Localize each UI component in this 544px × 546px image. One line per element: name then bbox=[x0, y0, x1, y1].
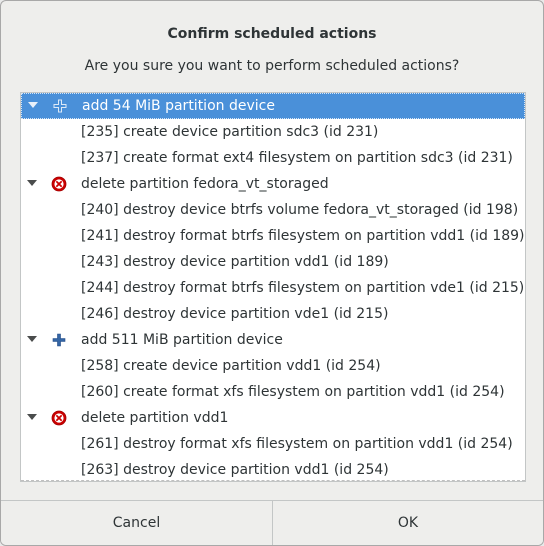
add-icon bbox=[53, 99, 67, 113]
add-icon bbox=[52, 333, 66, 347]
tree-group-row[interactable]: add 511 MiB partition device bbox=[21, 327, 525, 353]
tree-child-row[interactable]: [235] create device partition sdc3 (id 2… bbox=[21, 119, 525, 145]
tree-row-label: [237] create format ext4 filesystem on p… bbox=[81, 150, 513, 166]
tree-row-label: [244] destroy format btrfs filesystem on… bbox=[81, 280, 525, 296]
tree-row-label: [260] create format xfs filesystem on pa… bbox=[81, 384, 505, 400]
delete-icon bbox=[51, 410, 67, 426]
delete-icon bbox=[51, 176, 67, 192]
tree-child-row[interactable]: [241] destroy format btrfs filesystem on… bbox=[21, 223, 525, 249]
tree-child-row[interactable]: [243] destroy device partition vdd1 (id … bbox=[21, 249, 525, 275]
tree-row-label: add 511 MiB partition device bbox=[81, 332, 283, 348]
tree-child-row[interactable]: [260] create format xfs filesystem on pa… bbox=[21, 379, 525, 405]
expander-arrow-icon[interactable] bbox=[27, 180, 37, 186]
tree-row-label: [261] destroy format xfs filesystem on p… bbox=[81, 436, 513, 452]
tree-row-label: [241] destroy format btrfs filesystem on… bbox=[81, 228, 525, 244]
expander-arrow-icon[interactable] bbox=[28, 102, 38, 108]
tree-row-label: [240] destroy device btrfs volume fedora… bbox=[81, 202, 519, 218]
tree-row-label: delete partition fedora_vt_storaged bbox=[81, 176, 329, 192]
tree-row-label: [263] destroy device partition vdd1 (id … bbox=[81, 462, 389, 478]
tree-row-label: delete partition vdd1 bbox=[81, 410, 229, 426]
cancel-button[interactable]: Cancel bbox=[1, 501, 273, 545]
tree-row-label: [246] destroy device partition vde1 (id … bbox=[81, 306, 389, 322]
dialog-question: Are you sure you want to perform schedul… bbox=[84, 58, 460, 74]
tree-group-row[interactable]: delete partition fedora_vt_storaged bbox=[21, 171, 525, 197]
tree-row-label: [235] create device partition sdc3 (id 2… bbox=[81, 124, 379, 140]
tree-child-row[interactable]: [246] destroy device partition vde1 (id … bbox=[21, 301, 525, 327]
ok-button[interactable]: OK bbox=[273, 501, 543, 545]
button-bar: Cancel OK bbox=[1, 500, 543, 545]
tree-child-row[interactable]: [237] create format ext4 filesystem on p… bbox=[21, 145, 525, 171]
tree-row-label: [243] destroy device partition vdd1 (id … bbox=[81, 254, 389, 270]
tree-row-label: [258] create device partition vdd1 (id 2… bbox=[81, 358, 381, 374]
tree-child-row[interactable]: [258] create device partition vdd1 (id 2… bbox=[21, 353, 525, 379]
tree-child-row[interactable]: [261] destroy format xfs filesystem on p… bbox=[21, 431, 525, 457]
tree-child-row[interactable]: [244] destroy format btrfs filesystem on… bbox=[21, 275, 525, 301]
expander-arrow-icon[interactable] bbox=[27, 414, 37, 420]
expander-arrow-icon[interactable] bbox=[27, 336, 37, 342]
tree-child-row[interactable]: [240] destroy device btrfs volume fedora… bbox=[21, 197, 525, 223]
dialog-title: Confirm scheduled actions bbox=[167, 26, 377, 42]
tree-child-row[interactable]: [263] destroy device partition vdd1 (id … bbox=[21, 457, 525, 481]
confirm-dialog: Confirm scheduled actions Are you sure y… bbox=[0, 0, 544, 546]
tree-row-label: add 54 MiB partition device bbox=[82, 98, 275, 114]
tree-group-row[interactable]: add 54 MiB partition device bbox=[21, 93, 525, 119]
actions-tree[interactable]: add 54 MiB partition device [235] create … bbox=[20, 92, 526, 482]
tree-group-row[interactable]: delete partition vdd1 bbox=[21, 405, 525, 431]
